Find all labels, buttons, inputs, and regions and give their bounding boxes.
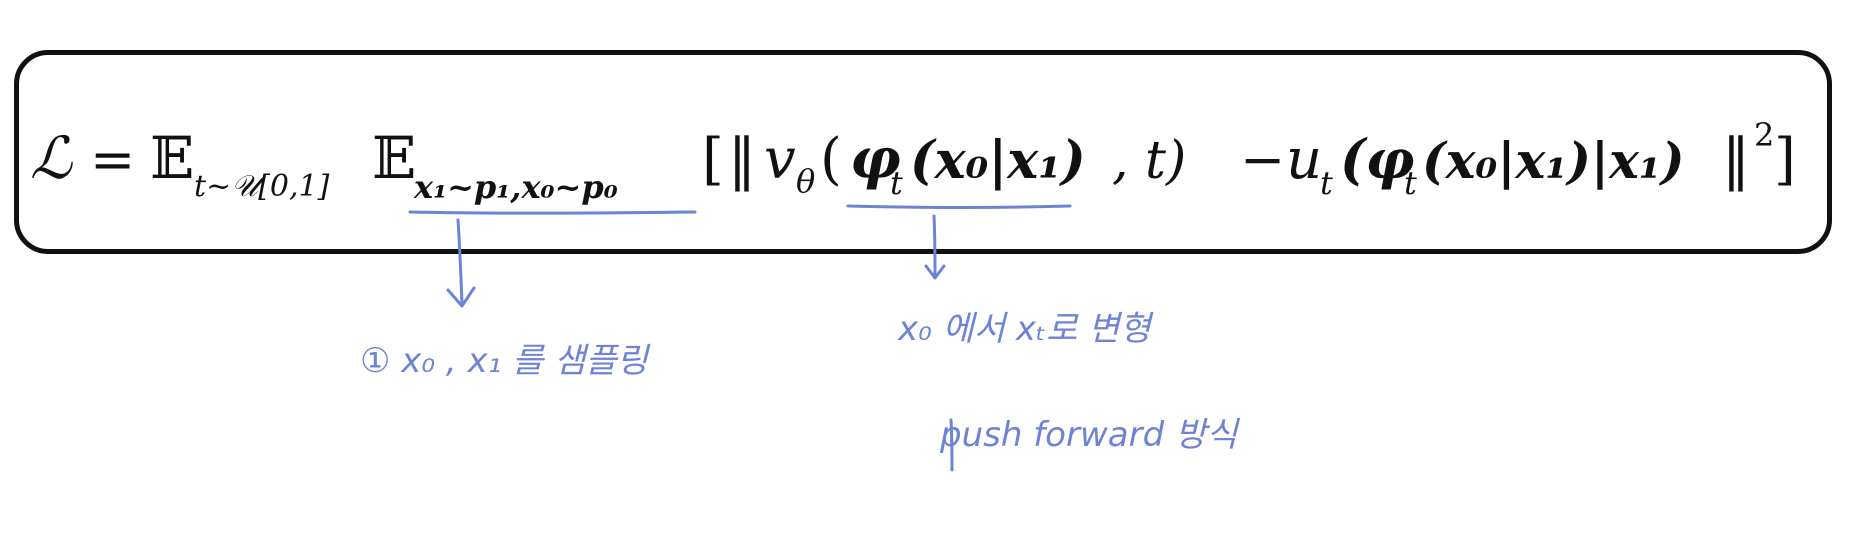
- phi-arguments: (x₀|x₁): [910, 130, 1086, 191]
- target-velocity-symbol: u: [1286, 127, 1322, 192]
- formula-drawing: ℒ = 𝔼 t~𝒰[0,1] 𝔼 x₁~p₁,x₀~p₀ [ ‖ v θ ( φ…: [30, 116, 1796, 472]
- right-arrow-shaft: [932, 214, 937, 278]
- norm-close: ‖: [1722, 127, 1750, 192]
- close-bracket: ]: [1774, 127, 1796, 192]
- theta-subscript: θ: [796, 162, 815, 200]
- left-paren: (: [820, 127, 842, 192]
- norm-open: ‖: [728, 127, 756, 192]
- time-argument: , t): [1112, 131, 1186, 191]
- expectation-subscript-1: t~𝒰[0,1]: [194, 169, 330, 204]
- open-bracket: [: [702, 127, 724, 192]
- left-underline: [408, 210, 697, 215]
- left-arrow-shaft: [456, 218, 464, 306]
- phi-subscript: t: [890, 164, 903, 202]
- left-note: ① x₀ , x₁ 를 샘플링: [360, 341, 651, 381]
- loss-formula: ℒ = 𝔼 t~𝒰[0,1] 𝔼 x₁~p₁,x₀~p₀ [ ‖ v θ ( φ…: [30, 116, 1796, 206]
- right-underline: [846, 204, 1072, 209]
- loss-symbol: ℒ: [30, 124, 73, 192]
- left-annotation-mark: [408, 210, 697, 308]
- expectation-symbol-1: 𝔼: [150, 124, 194, 192]
- velocity-symbol: v: [764, 127, 796, 192]
- target-arguments: (x₀|x₁)|x₁): [1422, 131, 1684, 191]
- expectation-symbol-2: 𝔼: [372, 124, 416, 192]
- right-note-line-1: x₀ 에서 xₜ로 변형: [897, 309, 1154, 349]
- target-velocity-subscript: t: [1320, 164, 1333, 202]
- minus-sign: −: [1240, 128, 1285, 191]
- target-phi-subscript: t: [1404, 164, 1417, 202]
- squared-exponent: 2: [1754, 116, 1774, 154]
- equals-sign: =: [90, 128, 135, 191]
- right-note-line-2: push forward 방식: [939, 415, 1240, 455]
- expectation-subscript-2: x₁~p₁,x₀~p₀: [413, 168, 618, 206]
- canvas: ℒ = 𝔼 t~𝒰[0,1] 𝔼 x₁~p₁,x₀~p₀ [ ‖ v θ ( φ…: [0, 0, 1860, 534]
